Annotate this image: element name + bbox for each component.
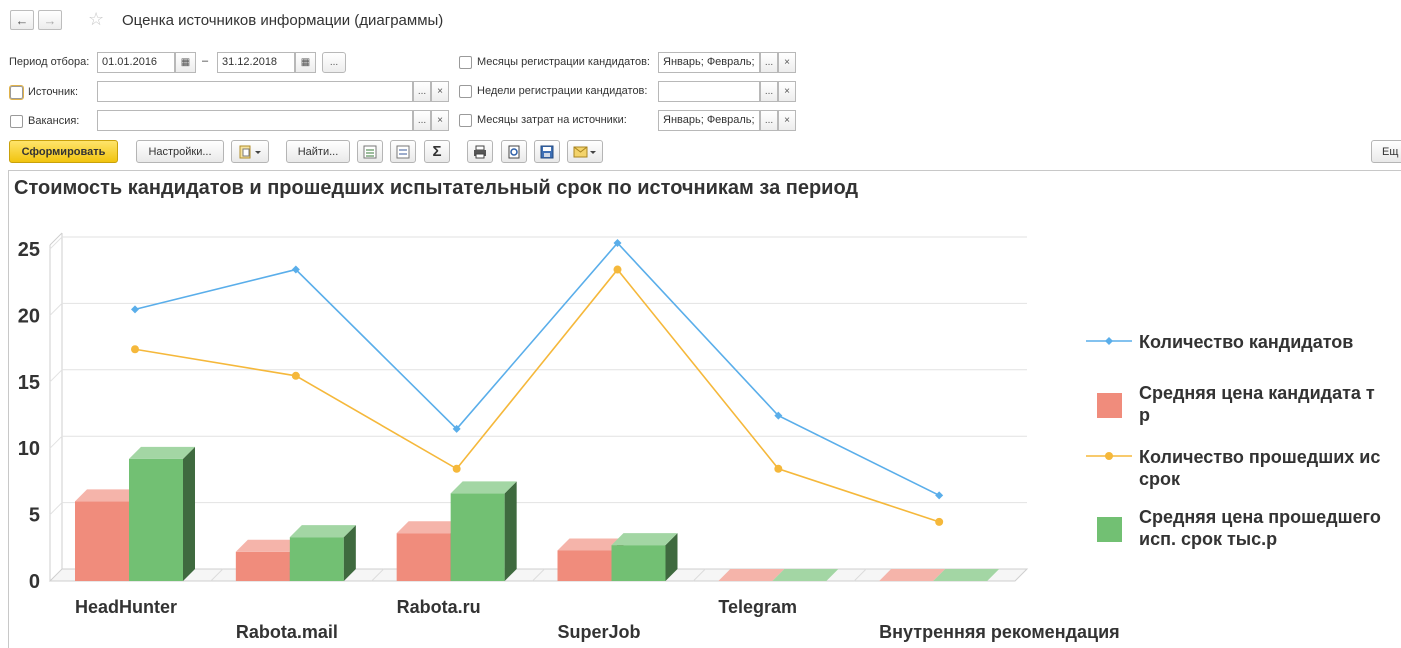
gridline-side <box>49 502 63 515</box>
x-tick-label: SuperJob <box>558 622 641 642</box>
legend-box-swatch <box>1097 517 1122 542</box>
bar <box>129 458 183 581</box>
line-point <box>291 371 300 380</box>
line-point <box>935 517 944 526</box>
legend-label: Средняя цена кандидата т <box>1139 383 1375 403</box>
gridline-side <box>49 369 63 383</box>
x-tick-label: HeadHunter <box>75 597 177 617</box>
x-tick-label: Telegram <box>718 597 797 617</box>
bar-side <box>504 481 517 581</box>
bar <box>289 537 344 581</box>
bar <box>450 493 505 581</box>
bar <box>396 533 451 581</box>
bar <box>611 545 666 581</box>
y-tick-label: 0 <box>29 571 40 593</box>
legend-label: Количество прошедших ис <box>1139 447 1380 467</box>
bar <box>235 551 290 581</box>
y-tick-label: 20 <box>18 305 40 327</box>
gridline-side <box>49 303 63 316</box>
line-point <box>131 305 139 314</box>
legend-label: срок <box>1139 469 1181 489</box>
x-tick-label: Rabota.mail <box>236 622 338 642</box>
legend-label: Средняя цена прошедшего <box>1139 507 1381 527</box>
legend-marker <box>1105 452 1113 460</box>
legend-box-swatch <box>1097 393 1122 418</box>
legend-label: Количество кандидатов <box>1139 332 1353 352</box>
line-point <box>452 464 461 473</box>
bar <box>75 501 129 581</box>
y-tick-label: 5 <box>29 505 40 527</box>
series-line <box>134 268 940 523</box>
bar-side <box>183 446 195 581</box>
line-point <box>774 464 783 473</box>
bar <box>557 550 612 581</box>
legend-marker <box>1105 337 1113 345</box>
gridline-side <box>49 435 63 449</box>
y-tick-label: 15 <box>18 372 40 394</box>
legend-label: р <box>1139 405 1150 425</box>
y-tick-label: 25 <box>18 239 40 261</box>
line-point <box>131 345 139 354</box>
x-tick-label: Внутренняя рекомендация <box>879 622 1119 642</box>
chart: 0 5 10 15 20 25 HeadHunter Rabota.mail Rabota.ru… <box>18 232 1381 642</box>
line-point <box>613 265 622 274</box>
legend-label: исп. срок тыс.р <box>1139 529 1277 549</box>
y-tick-label: 10 <box>18 438 40 460</box>
x-tick-label: Rabota.ru <box>397 597 481 617</box>
line-point <box>935 491 944 500</box>
